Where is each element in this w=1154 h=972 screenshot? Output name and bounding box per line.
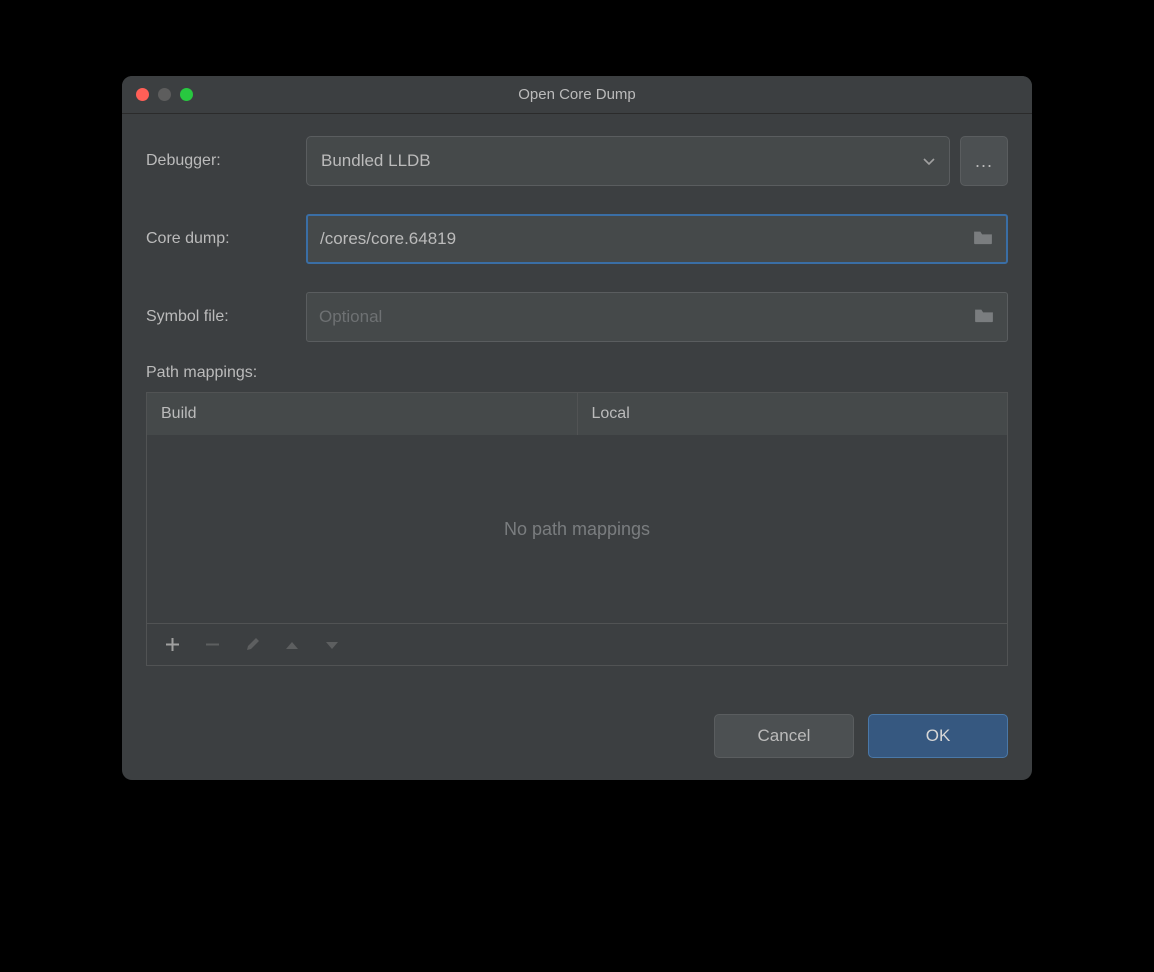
pathmappings-toolbar: [147, 623, 1007, 665]
ellipsis-icon: ...: [975, 151, 993, 172]
column-build[interactable]: Build: [147, 393, 578, 435]
debugger-select-value: Bundled LLDB: [321, 151, 431, 171]
dialog-buttons: Cancel OK: [146, 714, 1008, 758]
add-button[interactable]: [155, 628, 189, 662]
pathmappings-label: Path mappings:: [146, 364, 1008, 382]
debugger-select[interactable]: Bundled LLDB: [306, 136, 950, 186]
coredump-row: Core dump:: [146, 214, 1008, 264]
symbolfile-row: Symbol file:: [146, 292, 1008, 342]
symbolfile-input[interactable]: [319, 307, 965, 327]
coredump-label: Core dump:: [146, 230, 298, 248]
move-down-button[interactable]: [315, 628, 349, 662]
symbolfile-field[interactable]: [306, 292, 1008, 342]
traffic-lights: [136, 88, 193, 101]
symbolfile-label: Symbol file:: [146, 308, 298, 326]
debugger-row: Debugger: Bundled LLDB ...: [146, 136, 1008, 186]
ok-button[interactable]: OK: [868, 714, 1008, 758]
empty-message: No path mappings: [504, 519, 650, 540]
close-window-button[interactable]: [136, 88, 149, 101]
ok-button-label: OK: [926, 726, 951, 746]
folder-icon[interactable]: [964, 229, 994, 250]
remove-button[interactable]: [195, 628, 229, 662]
titlebar: Open Core Dump: [122, 76, 1032, 114]
cancel-button-label: Cancel: [758, 726, 811, 746]
coredump-input[interactable]: [320, 229, 964, 249]
dialog-content: Debugger: Bundled LLDB ... Core dump:: [122, 114, 1032, 780]
column-local[interactable]: Local: [578, 393, 1008, 435]
chevron-down-icon: [923, 151, 935, 171]
debugger-controls: Bundled LLDB ...: [306, 136, 1008, 186]
move-up-button[interactable]: [275, 628, 309, 662]
folder-icon[interactable]: [965, 307, 995, 328]
debugger-label: Debugger:: [146, 152, 298, 170]
zoom-window-button[interactable]: [180, 88, 193, 101]
dialog-window: Open Core Dump Debugger: Bundled LLDB ..…: [122, 76, 1032, 780]
pathmappings-body: No path mappings: [147, 435, 1007, 623]
edit-button[interactable]: [235, 628, 269, 662]
coredump-field[interactable]: [306, 214, 1008, 264]
pathmappings-table: Build Local No path mappings: [146, 392, 1008, 666]
minimize-window-button[interactable]: [158, 88, 171, 101]
window-title: Open Core Dump: [122, 86, 1032, 103]
pathmappings-header: Build Local: [147, 393, 1007, 435]
cancel-button[interactable]: Cancel: [714, 714, 854, 758]
debugger-settings-button[interactable]: ...: [960, 136, 1008, 186]
